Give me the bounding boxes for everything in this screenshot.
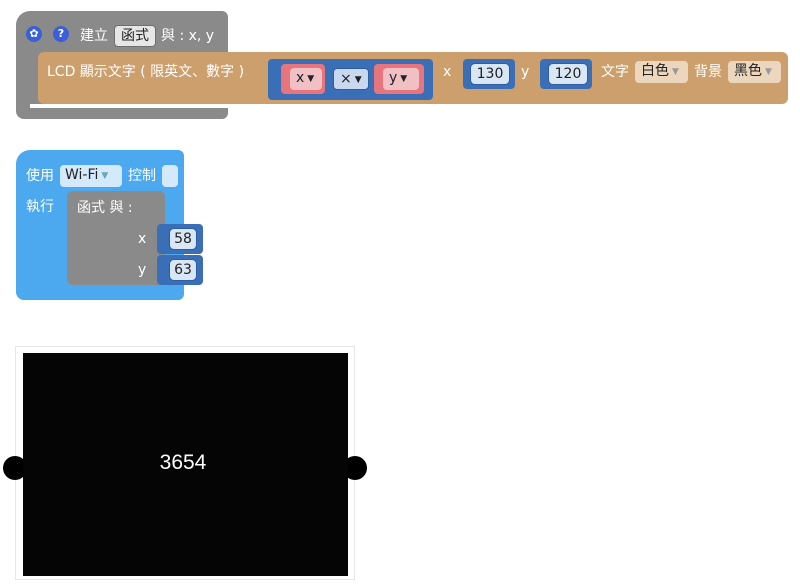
network-dropdown[interactable]: Wi-Fi ▼ bbox=[60, 165, 122, 187]
background-color-label: 背景 bbox=[694, 64, 722, 80]
x-coord-label: x bbox=[443, 64, 452, 80]
chevron-down-icon: ▼ bbox=[672, 67, 679, 77]
background-color-value: 黑色 bbox=[734, 63, 762, 79]
execute-label: 執行 bbox=[26, 199, 54, 215]
y-coord-label: y bbox=[521, 64, 530, 80]
procedure-prefix: 建立 bbox=[80, 28, 108, 44]
variable-y-name: y bbox=[389, 70, 398, 86]
chevron-down-icon: ▼ bbox=[101, 171, 109, 181]
variable-x-dropdown[interactable]: x ▼ bbox=[290, 68, 322, 90]
call-y-label: y bbox=[138, 262, 147, 278]
chevron-down-icon: ▼ bbox=[765, 67, 772, 77]
x-number-field[interactable]: 130 bbox=[470, 63, 510, 85]
help-icon[interactable]: ? bbox=[53, 26, 69, 42]
variable-y-dropdown[interactable]: y ▼ bbox=[383, 68, 419, 90]
call-x-number-field[interactable]: 58 bbox=[169, 228, 197, 250]
operator-symbol: × bbox=[340, 71, 352, 87]
background-color-dropdown[interactable]: 黑色 ▼ bbox=[728, 61, 781, 83]
procedure-params: 與 : x, y bbox=[161, 28, 215, 44]
lcd-display-value: 3654 bbox=[159, 451, 207, 474]
lcd-display-label: LCD 顯示文字 ( 限英文、數字 ) bbox=[47, 64, 245, 80]
call-y-number-field[interactable]: 63 bbox=[169, 259, 197, 281]
text-color-dropdown[interactable]: 白色 ▼ bbox=[635, 61, 688, 83]
control-label: 控制 bbox=[128, 168, 156, 184]
chevron-down-icon: ▼ bbox=[354, 75, 362, 85]
operator-dropdown[interactable]: × ▼ bbox=[333, 68, 369, 90]
chevron-down-icon: ▼ bbox=[400, 74, 408, 84]
gear-icon[interactable]: ✿ bbox=[26, 26, 42, 42]
procedure-block-bottom bbox=[30, 104, 228, 108]
empty-input-slot[interactable] bbox=[162, 165, 178, 187]
procedure-name-field[interactable]: 函式 bbox=[114, 25, 156, 47]
y-number-field[interactable]: 120 bbox=[548, 63, 588, 85]
network-value: Wi-Fi bbox=[65, 167, 99, 183]
text-color-value: 白色 bbox=[641, 63, 669, 79]
procedure-call-label: 函式 與 : bbox=[77, 200, 133, 216]
use-label: 使用 bbox=[26, 168, 54, 184]
text-color-label: 文字 bbox=[601, 64, 629, 80]
call-x-label: x bbox=[138, 231, 147, 247]
variable-x-name: x bbox=[296, 70, 305, 86]
chevron-down-icon: ▼ bbox=[307, 74, 315, 84]
